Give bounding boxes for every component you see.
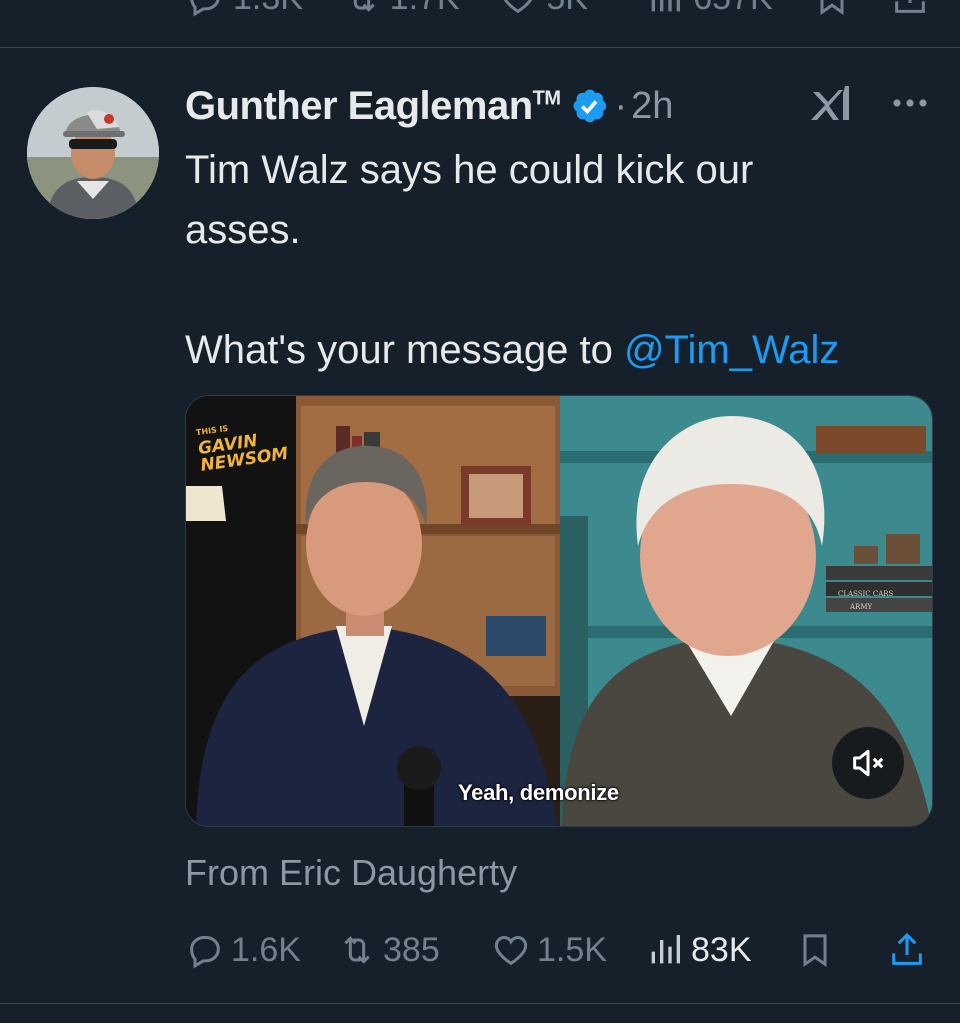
- prev-share-button[interactable]: [890, 0, 930, 18]
- mention-link[interactable]: @Tim_Walz: [624, 328, 839, 372]
- like-icon: [494, 935, 528, 966]
- like-icon: [504, 0, 533, 14]
- tweet-divider: [0, 1003, 960, 1004]
- book-spine-1: CLASSIC CARS: [838, 590, 894, 598]
- like-button[interactable]: 1.5K: [491, 930, 607, 970]
- reply-button[interactable]: 1.6K: [185, 930, 301, 970]
- tweet-text-line-1: Tim Walz says he could kick our: [185, 148, 754, 192]
- verified-badge-icon[interactable]: [569, 86, 609, 126]
- video-player[interactable]: THIS IS GAVIN NEWSOM CLASSIC CARS ARMY Y…: [185, 395, 933, 827]
- prev-repost-count: 1.7K: [390, 0, 460, 18]
- tweet-actions: 1.6K 385 1.5K 83K: [185, 922, 935, 978]
- reply-icon: [190, 936, 220, 969]
- repost-icon: [353, 0, 375, 12]
- media-source[interactable]: From Eric Daugherty: [185, 852, 517, 894]
- views-count: 83K: [691, 930, 752, 969]
- like-count: 1.5K: [537, 930, 607, 969]
- author-avatar[interactable]: [27, 87, 159, 219]
- show-logo: THIS IS GAVIN NEWSOM: [195, 412, 289, 476]
- tweet-text: Tim Walz says he could kick our asses. W…: [185, 140, 925, 380]
- views-button[interactable]: 83K: [645, 930, 752, 970]
- share-icon: [892, 932, 922, 965]
- views-icon: [651, 935, 680, 964]
- share-button[interactable]: [887, 930, 927, 970]
- book-spine-2: ARMY: [850, 603, 873, 611]
- grok-icon[interactable]: [805, 80, 857, 132]
- trademark-symbol: TM: [532, 87, 561, 110]
- repost-icon: [344, 936, 370, 964]
- repost-count: 385: [383, 930, 440, 969]
- mute-button[interactable]: [832, 727, 904, 799]
- bookmark-icon: [820, 0, 844, 16]
- reply-icon: [190, 0, 220, 17]
- mute-icon: [853, 749, 884, 777]
- prev-like-button[interactable]: 5K: [498, 0, 645, 18]
- bookmark-icon: [803, 934, 827, 968]
- prev-like-count: 5K: [546, 0, 588, 18]
- share-icon: [895, 0, 925, 13]
- repost-button[interactable]: 385: [337, 930, 440, 970]
- header-separator: ·: [614, 84, 628, 127]
- prev-bookmark-button[interactable]: [812, 0, 890, 18]
- prev-reply-button[interactable]: 1.3K: [185, 0, 342, 18]
- tweet-header: Gunther EaglemanTM · 2h: [185, 78, 945, 134]
- video-frame: [186, 396, 932, 826]
- prev-views-button[interactable]: 657K: [645, 0, 811, 18]
- tweet-timestamp[interactable]: 2h: [631, 85, 673, 128]
- views-icon: [651, 0, 681, 12]
- bookmark-button[interactable]: [795, 930, 835, 970]
- prev-reply-count: 1.3K: [233, 0, 303, 18]
- prev-repost-button[interactable]: 1.7K: [342, 0, 499, 18]
- more-icon[interactable]: [885, 78, 935, 128]
- tweet-text-line-2: asses.: [185, 208, 301, 252]
- tweet-text-line-3: What's your message to @Tim_Walz: [185, 328, 840, 372]
- video-caption: Yeah, demonize: [458, 780, 619, 805]
- reply-count: 1.6K: [231, 930, 301, 969]
- previous-tweet-actions: 1.3K 1.7K 5K 657K: [0, 0, 960, 48]
- prev-views-count: 657K: [693, 0, 772, 18]
- author-name[interactable]: Gunther EaglemanTM: [185, 84, 561, 129]
